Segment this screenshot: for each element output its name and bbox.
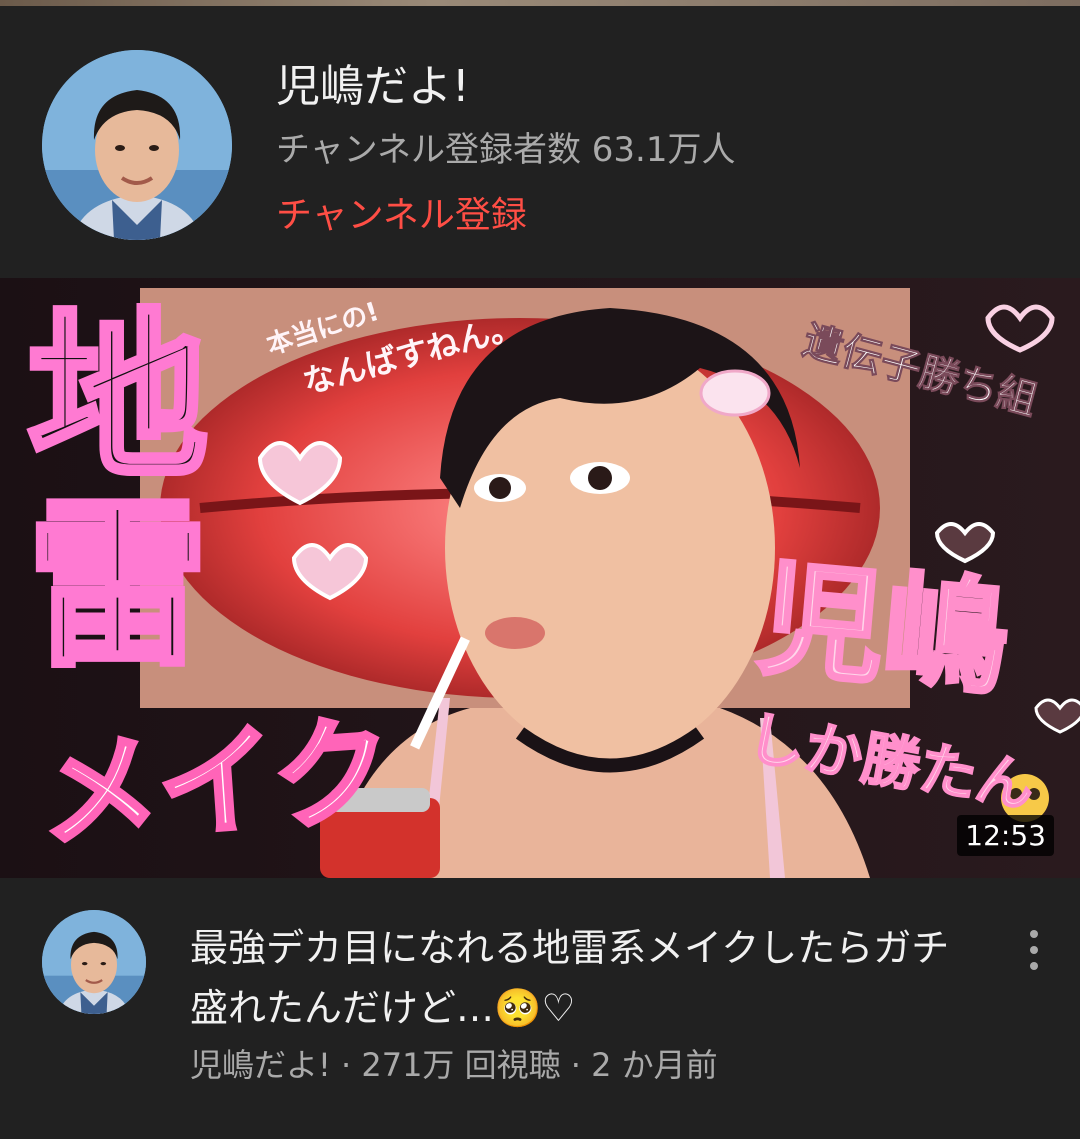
channel-name[interactable]: 児嶋だよ! — [276, 50, 470, 114]
video-metadata: 児嶋だよ! · 271万 回視聴 · 2 か月前 — [190, 1046, 718, 1084]
subscribe-button[interactable]: チャンネル登録 — [276, 186, 527, 238]
thumb-title-kojima: 児嶋 — [752, 545, 1016, 714]
dot — [1030, 946, 1038, 954]
video-info: 最強デカ目になれる地雷系メイクしたらガチ盛れたんだけど…🥺♡ 児嶋だよ! · 2… — [0, 878, 1080, 1139]
more-options-icon[interactable] — [1014, 926, 1054, 974]
dot — [1030, 930, 1038, 938]
duration-badge: 12:53 — [957, 815, 1054, 856]
channel-header: 児嶋だよ! チャンネル登録者数 63.1万人 チャンネル登録 — [0, 6, 1080, 278]
avatar-image-small — [42, 910, 146, 1014]
channel-avatar[interactable] — [42, 50, 232, 240]
thumb-title-rai: 雷 — [25, 482, 211, 691]
video-title[interactable]: 最強デカ目になれる地雷系メイクしたらガチ盛れたんだけど…🥺♡ — [190, 918, 970, 1038]
video-thumbnail[interactable]: 地 雷 メイク 児嶋 しか勝たん 遺伝子勝ち組 本当にの! なんばすねん。 12… — [0, 278, 1080, 878]
subscriber-count: チャンネル登録者数 63.1万人 — [276, 130, 736, 170]
thumb-title-make: メイク — [33, 699, 398, 866]
video-channel-avatar[interactable] — [42, 910, 146, 1014]
avatar-image — [42, 50, 232, 240]
thumb-title-ji: 地 — [25, 294, 211, 503]
dot — [1030, 962, 1038, 970]
